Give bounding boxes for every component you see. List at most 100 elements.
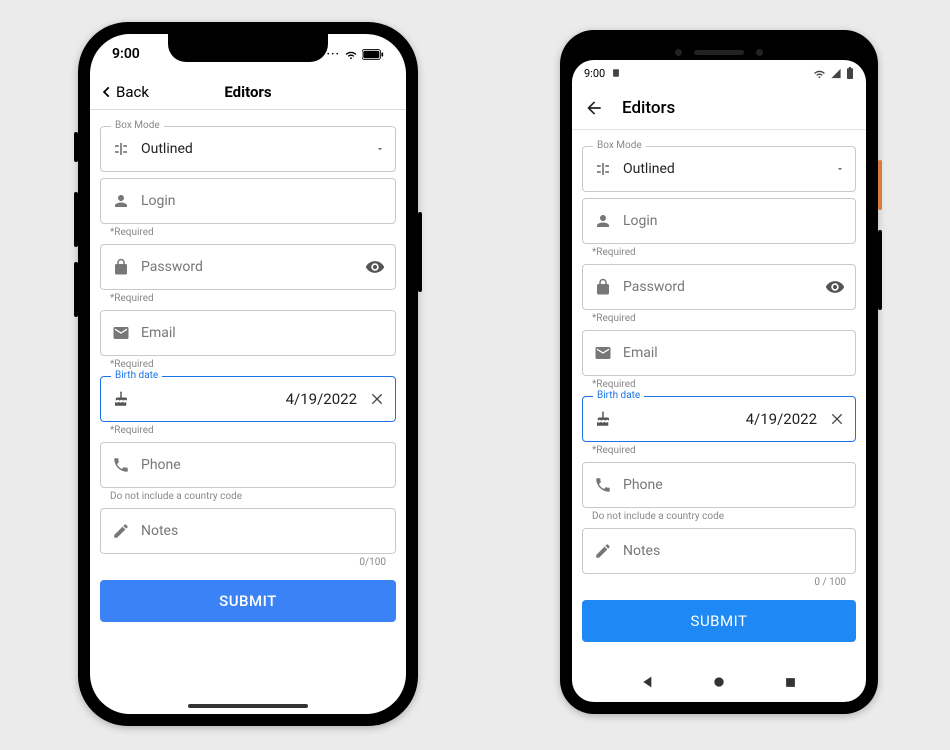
password-placeholder: Password	[623, 279, 819, 295]
login-field[interactable]: Login	[100, 178, 396, 224]
android-back-button[interactable]	[640, 674, 656, 690]
box-mode-select[interactable]: Box Mode Outlined	[582, 146, 856, 192]
phone-placeholder: Phone	[623, 477, 845, 493]
text-cursor-icon	[111, 140, 131, 158]
password-helper: *Required	[592, 313, 856, 324]
eye-icon	[825, 277, 845, 297]
login-helper: *Required	[592, 247, 856, 258]
password-field[interactable]: Password	[100, 244, 396, 290]
square-recent-icon	[783, 675, 798, 690]
clear-birthdate[interactable]	[369, 391, 385, 407]
front-camera-icon	[675, 49, 682, 56]
email-field[interactable]: Email	[582, 330, 856, 376]
birthdate-value: 4/19/2022	[613, 410, 823, 428]
chevron-down-icon	[835, 164, 845, 174]
birthdate-label: Birth date	[593, 390, 644, 401]
notes-counter: 0 / 100	[592, 577, 846, 588]
ios-nav-bar: Back Editors	[90, 74, 406, 110]
iphone-volume-down	[74, 262, 78, 317]
wifi-icon	[344, 49, 358, 60]
ios-status-time: 9:00	[112, 46, 140, 62]
phone-icon	[111, 456, 131, 474]
battery-icon	[846, 67, 854, 79]
chevron-down-icon	[375, 144, 385, 154]
password-field[interactable]: Password	[582, 264, 856, 310]
triangle-back-icon	[640, 674, 656, 690]
battery-icon	[362, 49, 384, 60]
birthdate-value: 4/19/2022	[131, 390, 363, 408]
android-status-bar: 9:00	[572, 60, 866, 86]
birthdate-field[interactable]: Birth date 4/19/2022	[582, 396, 856, 442]
back-label: Back	[116, 83, 149, 101]
lock-icon	[593, 278, 613, 296]
password-placeholder: Password	[141, 259, 359, 275]
phone-helper: Do not include a country code	[110, 491, 396, 502]
phone-field[interactable]: Phone	[582, 462, 856, 508]
password-helper: *Required	[110, 293, 396, 304]
pencil-icon	[111, 522, 131, 540]
back-button[interactable]	[584, 98, 604, 118]
cake-icon	[593, 410, 613, 428]
submit-label: SUBMIT	[219, 592, 277, 610]
notes-placeholder: Notes	[623, 543, 845, 559]
iphone-volume-up	[74, 192, 78, 247]
android-screen: 9:00 Editors Box Mode Outlined	[572, 60, 866, 702]
page-title: Editors	[622, 98, 675, 118]
form-content: Box Mode Outlined Login *Required	[90, 110, 406, 714]
android-speaker-bar	[572, 44, 866, 60]
email-placeholder: Email	[623, 345, 845, 361]
notes-counter: 0/100	[110, 557, 386, 568]
person-icon	[111, 192, 131, 210]
box-mode-label: Box Mode	[593, 140, 646, 151]
submit-button[interactable]: SUBMIT	[100, 580, 396, 622]
visibility-toggle[interactable]	[825, 277, 845, 297]
submit-label: SUBMIT	[691, 612, 748, 630]
text-cursor-icon	[593, 160, 613, 178]
login-placeholder: Login	[141, 193, 385, 209]
notes-field[interactable]: Notes	[100, 508, 396, 554]
visibility-toggle[interactable]	[365, 257, 385, 277]
notification-icon	[611, 68, 621, 78]
birthdate-field[interactable]: Birth date 4/19/2022	[100, 376, 396, 422]
speaker-slot-icon	[694, 50, 744, 55]
pencil-icon	[593, 542, 613, 560]
iphone-power-button	[418, 212, 422, 292]
phone-field[interactable]: Phone	[100, 442, 396, 488]
circle-home-icon	[711, 674, 727, 690]
email-field[interactable]: Email	[100, 310, 396, 356]
email-placeholder: Email	[141, 325, 385, 341]
cell-signal-icon	[830, 68, 842, 79]
chevron-left-icon	[100, 83, 114, 101]
close-icon	[369, 391, 385, 407]
email-helper: *Required	[110, 359, 396, 370]
android-nav-bar	[572, 662, 866, 702]
android-home-button[interactable]	[711, 674, 727, 690]
iphone-notch	[168, 34, 328, 62]
clear-birthdate[interactable]	[829, 411, 845, 427]
phone-helper: Do not include a country code	[592, 511, 856, 522]
box-mode-value: Outlined	[623, 161, 835, 177]
sensor-dot-icon	[756, 49, 763, 56]
person-icon	[593, 212, 613, 230]
back-button[interactable]: Back	[100, 83, 149, 101]
phone-placeholder: Phone	[141, 457, 385, 473]
submit-button[interactable]: SUBMIT	[582, 600, 856, 642]
android-volume-button	[878, 230, 882, 310]
box-mode-label: Box Mode	[111, 120, 164, 131]
box-mode-select[interactable]: Box Mode Outlined	[100, 126, 396, 172]
close-icon	[829, 411, 845, 427]
arrow-left-icon	[584, 98, 604, 118]
birthdate-label: Birth date	[111, 370, 162, 381]
notes-field[interactable]: Notes	[582, 528, 856, 574]
login-helper: *Required	[110, 227, 396, 238]
android-power-button	[878, 160, 882, 210]
login-field[interactable]: Login	[582, 198, 856, 244]
cake-icon	[111, 390, 131, 408]
wifi-icon	[813, 68, 826, 79]
phone-icon	[593, 476, 613, 494]
android-recent-button[interactable]	[783, 675, 798, 690]
iphone-screen: 9:00 ···· Back Editors Box Mode Outlined	[90, 34, 406, 714]
box-mode-value: Outlined	[141, 141, 375, 157]
iphone-device-frame: 9:00 ···· Back Editors Box Mode Outlined	[78, 22, 418, 726]
email-helper: *Required	[592, 379, 856, 390]
